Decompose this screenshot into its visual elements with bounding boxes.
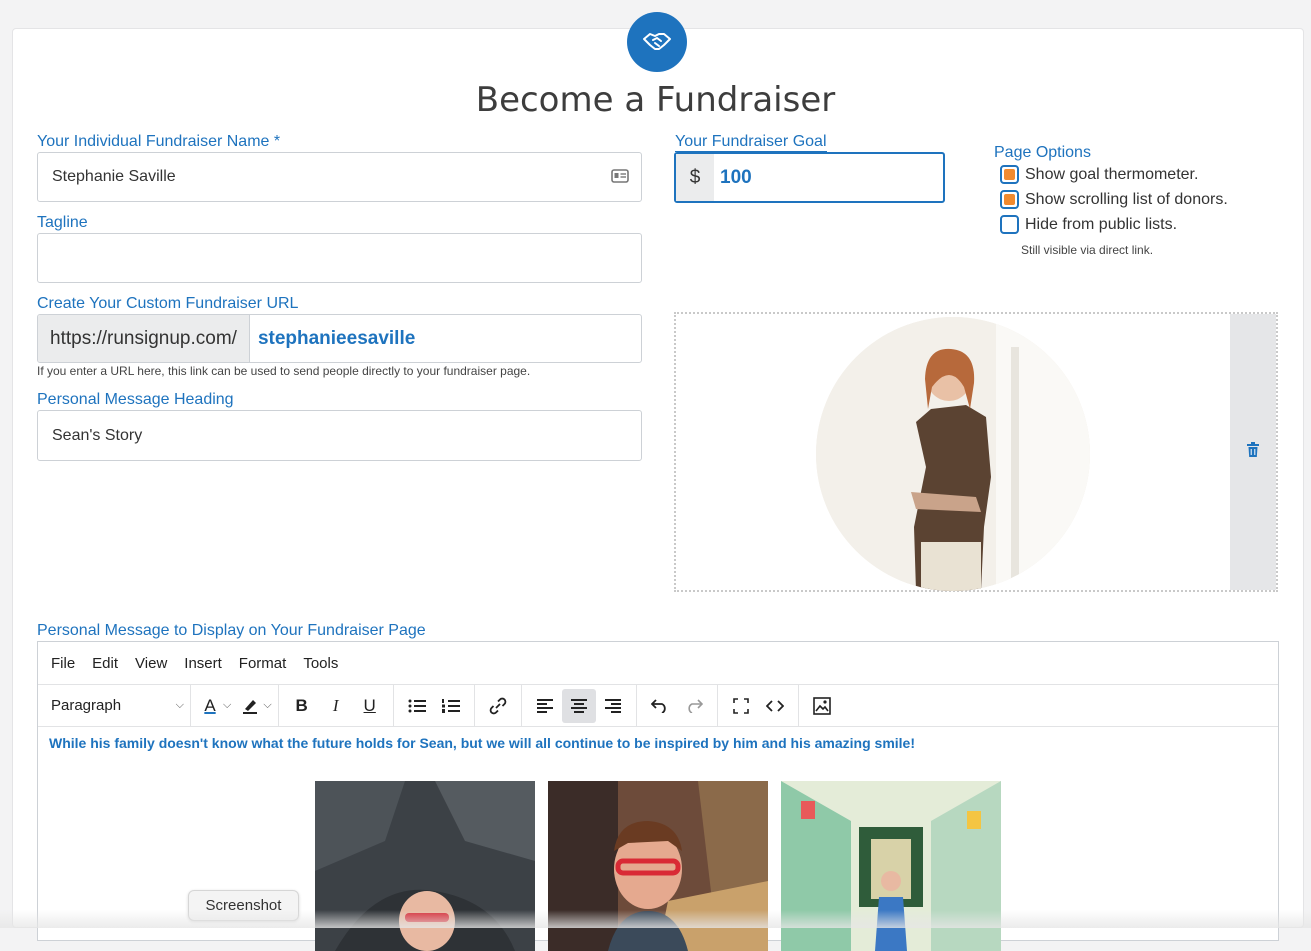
goal-label: Your Fundraiser Goal <box>675 133 827 152</box>
menu-view[interactable]: View <box>135 655 167 672</box>
photo-upload-zone[interactable] <box>674 312 1278 592</box>
editor-photo-2 <box>548 781 768 951</box>
menu-insert[interactable]: Insert <box>184 655 222 672</box>
editor-toolbar: Paragraph ⌵ A ⌵ ⌵ B I U <box>38 685 1278 727</box>
highlight-icon[interactable] <box>237 689 263 723</box>
fundraiser-name-value: Stephanie Saville <box>52 168 176 185</box>
menu-format[interactable]: Format <box>239 655 287 672</box>
fundraiser-name-field[interactable]: Stephanie Saville <box>37 152 642 202</box>
handshake-icon <box>627 12 687 72</box>
menu-edit[interactable]: Edit <box>92 655 118 672</box>
block-format-select[interactable]: Paragraph ⌵ <box>38 685 191 726</box>
editor-label: Personal Message to Display on Your Fund… <box>37 622 426 639</box>
option-goal-thermometer[interactable]: Show goal thermometer. <box>1000 165 1198 184</box>
custom-url-label: Create Your Custom Fundraiser URL <box>37 295 299 312</box>
fundraiser-name-label: Your Individual Fundraiser Name * <box>37 133 281 150</box>
goal-value: 100 <box>720 166 752 188</box>
url-slug-value: stephanieesaville <box>257 327 416 349</box>
editor-menubar: File Edit View Insert Format Tools <box>38 642 1278 685</box>
contact-card-icon <box>611 169 629 188</box>
align-group <box>522 685 637 726</box>
link-icon[interactable] <box>481 689 515 723</box>
menu-file[interactable]: File <box>51 655 75 672</box>
url-help-text: If you enter a URL here, this link can b… <box>37 364 531 378</box>
goal-currency: $ <box>676 154 714 201</box>
list-group <box>394 685 475 726</box>
undo-icon[interactable] <box>643 689 677 723</box>
editor-photo-3 <box>781 781 1001 951</box>
underline-icon[interactable]: U <box>353 689 387 723</box>
redo-icon[interactable] <box>677 689 711 723</box>
checkbox-checked[interactable] <box>1000 165 1019 184</box>
page-title: Become a Fundraiser <box>475 80 836 120</box>
checkbox-checked[interactable] <box>1000 190 1019 209</box>
trash-icon[interactable] <box>1247 442 1259 462</box>
menu-tools[interactable]: Tools <box>303 655 338 672</box>
media-group <box>799 685 845 726</box>
message-heading-input[interactable]: Sean's Story <box>37 410 642 461</box>
photo-actions <box>1230 314 1276 590</box>
option-label: Hide from public lists. <box>1025 215 1178 233</box>
link-group <box>475 685 522 726</box>
italic-icon[interactable]: I <box>319 689 353 723</box>
numbered-list-icon[interactable] <box>434 689 468 723</box>
chevron-down-icon: ⌵ <box>175 699 184 711</box>
editor-photo-1 <box>315 781 535 951</box>
checkbox-unchecked[interactable] <box>1000 215 1019 234</box>
view-group <box>718 685 799 726</box>
chevron-down-icon[interactable]: ⌵ <box>263 699 271 712</box>
tagline-label: Tagline <box>37 214 88 231</box>
option-label: Show scrolling list of donors. <box>1025 190 1228 208</box>
color-group: A ⌵ ⌵ <box>191 685 279 726</box>
url-prefix: https://runsignup.com/ <box>38 315 250 362</box>
screenshot-tooltip: Screenshot <box>188 890 299 921</box>
editor-message-text: While his family doesn't know what the f… <box>49 735 915 751</box>
history-group <box>637 685 718 726</box>
message-heading-label: Personal Message Heading <box>37 391 234 408</box>
format-group: B I U <box>279 685 394 726</box>
bullet-list-icon[interactable] <box>400 689 434 723</box>
align-center-icon[interactable] <box>561 688 596 723</box>
hide-option-hint: Still visible via direct link. <box>1021 243 1154 257</box>
goal-input[interactable]: $ 100 <box>674 152 945 203</box>
page-options-label: Page Options <box>994 144 1091 161</box>
custom-url-field[interactable]: https://runsignup.com/ stephanieesaville <box>37 314 642 363</box>
align-right-icon[interactable] <box>596 689 630 723</box>
tagline-input[interactable] <box>37 233 642 283</box>
source-code-icon[interactable] <box>758 689 792 723</box>
option-label: Show goal thermometer. <box>1025 165 1199 183</box>
align-left-icon[interactable] <box>528 689 562 723</box>
message-heading-value: Sean's Story <box>52 426 143 444</box>
option-scrolling-donors[interactable]: Show scrolling list of donors. <box>1000 190 1228 209</box>
fundraiser-photo <box>816 317 1090 591</box>
block-format-value: Paragraph <box>51 697 122 714</box>
chevron-down-icon[interactable]: ⌵ <box>223 699 231 712</box>
option-hide-public[interactable]: Hide from public lists. <box>1000 215 1177 234</box>
fullscreen-icon[interactable] <box>724 689 758 723</box>
image-icon[interactable] <box>805 689 839 723</box>
bold-icon[interactable]: B <box>285 689 319 723</box>
text-color-icon[interactable]: A <box>197 689 223 723</box>
